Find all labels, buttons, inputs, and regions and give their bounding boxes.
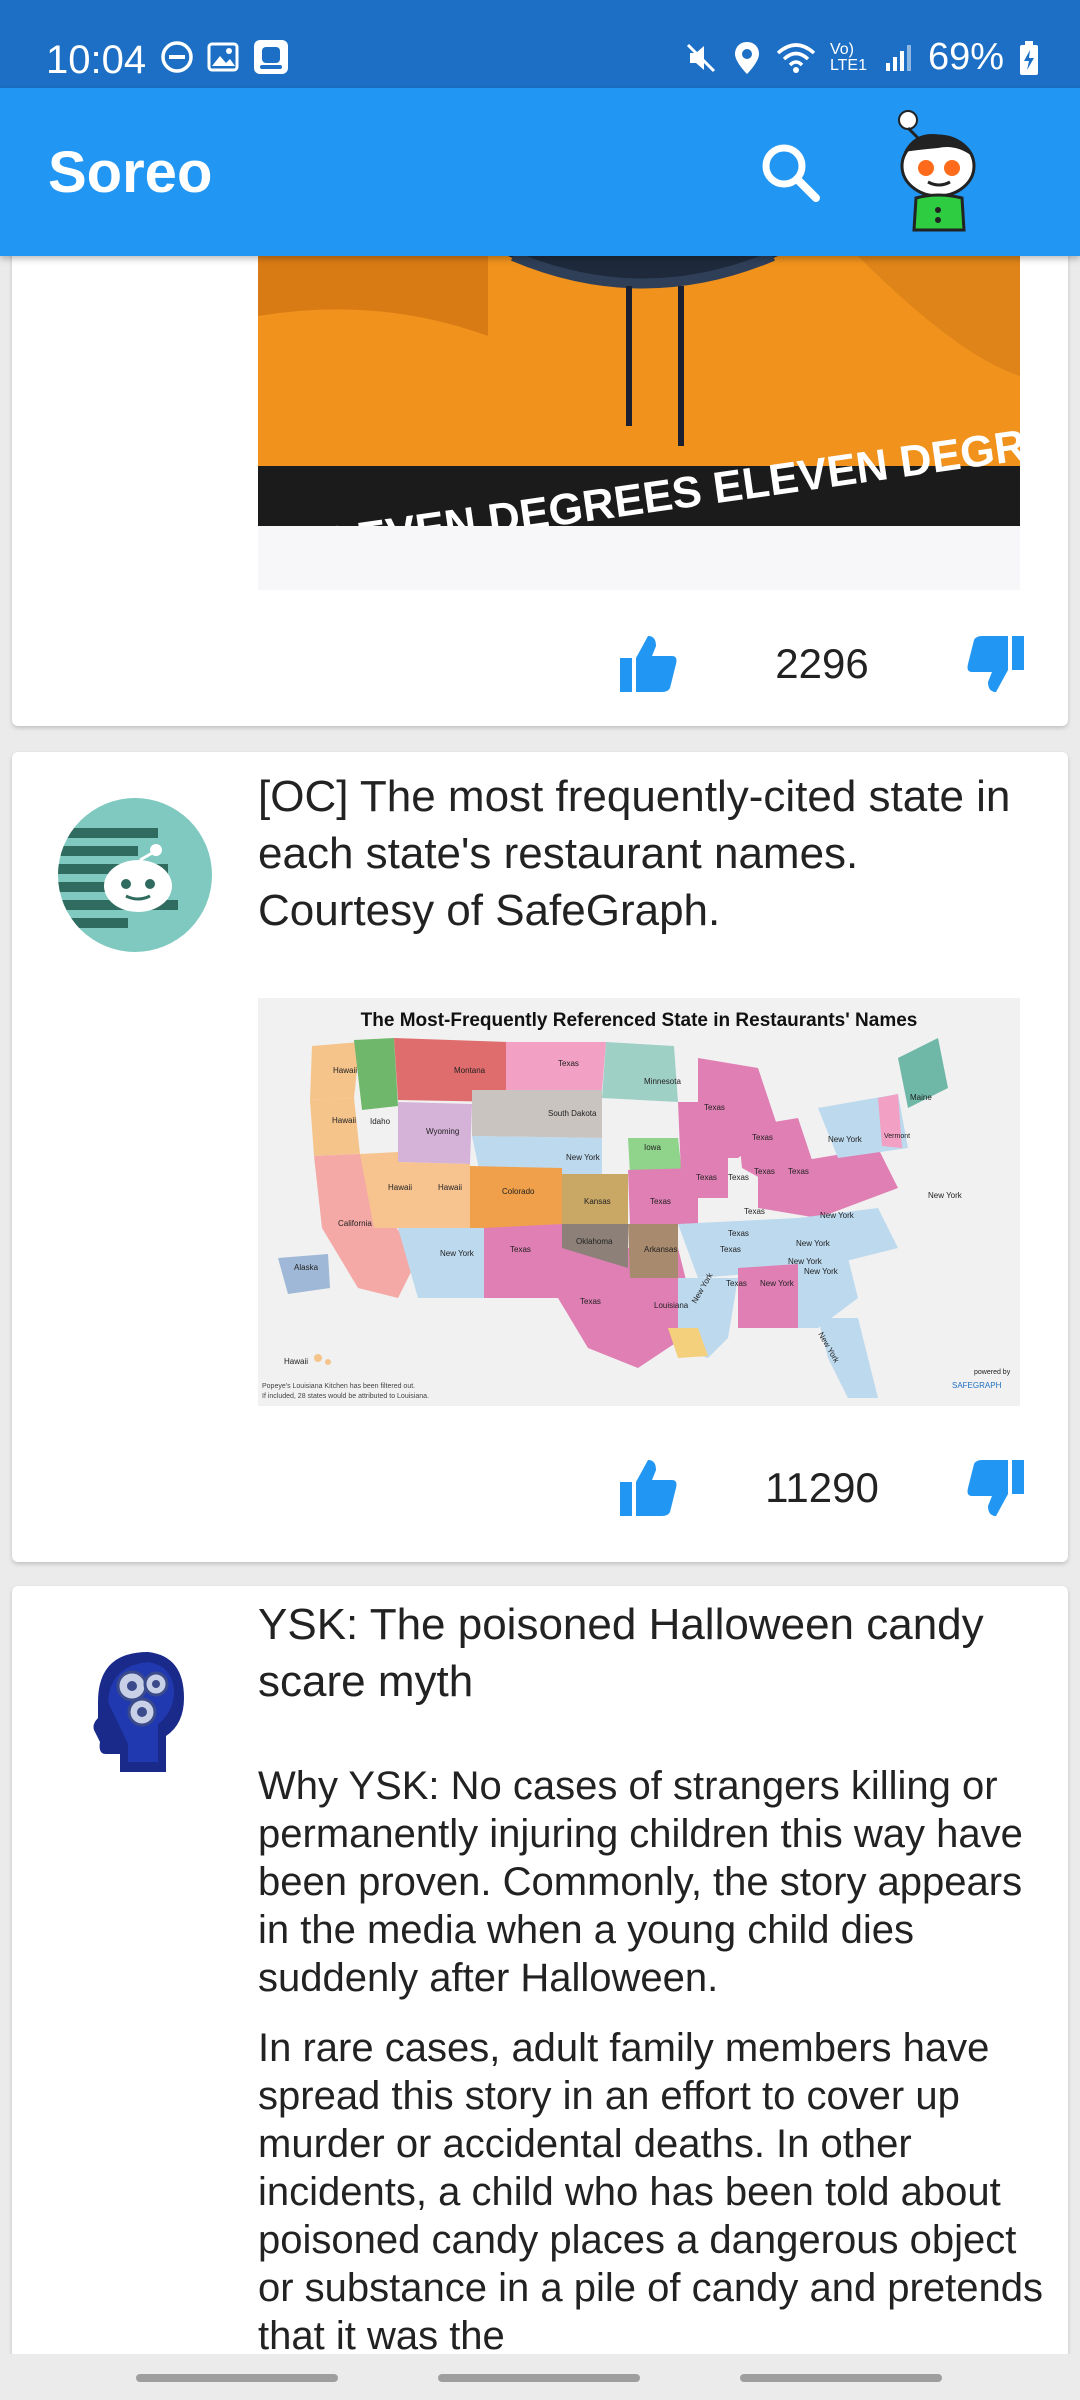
map-label: Hawaii (284, 1357, 308, 1366)
vote-bar: 11290 (612, 1448, 1032, 1528)
app-title: Soreo (48, 140, 213, 205)
map-label: Texas (704, 1103, 725, 1112)
post-image[interactable]: ELEVEN DEGREES ELEVEN DEGREES (258, 256, 1020, 590)
network-type: Vo) LTE1 (829, 40, 867, 74)
search-icon (762, 144, 820, 202)
system-nav-bar (0, 2354, 1080, 2400)
post-image[interactable]: The Most-Frequently Referenced State in … (258, 998, 1020, 1406)
wifi-icon (776, 42, 816, 73)
downvote-icon[interactable] (960, 628, 1032, 700)
map-brand: SAFEGRAPH (952, 1381, 1002, 1390)
map-label: South Dakota (548, 1109, 597, 1118)
status-bar: 10:04 Vo) LTE1 69% (0, 0, 1080, 88)
post-score: 2296 (775, 640, 869, 687)
post-thumbnail[interactable] (58, 1632, 212, 1786)
search-button[interactable] (758, 140, 824, 206)
battery-percent: 69% (927, 36, 1004, 78)
map-label: Louisiana (654, 1301, 689, 1310)
reddit-oc-thumbnail-icon (58, 798, 212, 952)
status-left-icons (160, 38, 290, 76)
do-not-disturb-icon (161, 41, 193, 73)
battery-charging-icon (1020, 40, 1038, 75)
gallery-icon (207, 42, 239, 72)
downvote-icon[interactable] (960, 1452, 1032, 1524)
map-label: Texas (650, 1197, 671, 1206)
map-label: Colorado (502, 1187, 535, 1196)
map-label: Hawaii (333, 1066, 357, 1075)
map-label: Texas (720, 1245, 741, 1254)
map-label: Texas (754, 1167, 775, 1176)
map-label: Texas (752, 1133, 773, 1142)
post-paragraph: In rare cases, adult family members have… (258, 2026, 1043, 2354)
post-card[interactable]: [OC] The most frequently-cited state in … (12, 752, 1068, 1562)
map-label: New York (788, 1257, 823, 1266)
recent-apps-button[interactable] (136, 2374, 338, 2382)
map-label: New York (928, 1191, 963, 1200)
app-bar: Soreo (0, 88, 1080, 256)
status-right-icons: Vo) LTE1 69% (684, 36, 1040, 79)
map-label: Wyoming (426, 1127, 459, 1136)
post-feed[interactable]: ELEVEN DEGREES ELEVEN DEGREES 2296 (0, 256, 1080, 2354)
map-label: New York (796, 1239, 831, 1248)
map-label: Texas (696, 1173, 717, 1182)
post-title[interactable]: [OC] The most frequently-cited state in … (258, 768, 1038, 939)
map-powered-by: powered by (974, 1369, 1011, 1376)
upvote-icon[interactable] (612, 1452, 684, 1524)
map-label: New York (828, 1135, 863, 1144)
map-label: Texas (788, 1167, 809, 1176)
map-label: Texas (580, 1297, 601, 1306)
vote-bar: 2296 (612, 624, 1032, 704)
mute-icon (686, 43, 715, 72)
back-button[interactable] (740, 2374, 942, 2382)
signal-icon (885, 44, 911, 71)
map-label: Hawaii (388, 1183, 412, 1192)
map-label: New York (566, 1153, 601, 1162)
post-paragraph: Why YSK: No cases of strangers killing o… (258, 1764, 1023, 2000)
hoodie-photo: ELEVEN DEGREES ELEVEN DEGREES (258, 256, 1020, 590)
map-footnote-1: Popeye's Louisiana Kitchen has been filt… (262, 1383, 415, 1390)
map-label: Idaho (370, 1117, 391, 1126)
map-label: Montana (454, 1066, 486, 1075)
brain-gears-thumbnail-icon (58, 1632, 212, 1786)
map-footnote-2: If included, 28 states would be attribut… (262, 1393, 429, 1400)
map-label: Minnesota (644, 1077, 681, 1086)
map-label: Texas (728, 1173, 749, 1182)
restaurant-names-map: The Most-Frequently Referenced State in … (258, 998, 1020, 1406)
status-time: 10:04 (46, 38, 147, 82)
map-label: New York (440, 1249, 475, 1258)
map-label: Texas (744, 1207, 765, 1216)
map-label: Vermont (884, 1133, 910, 1140)
map-label: California (338, 1219, 372, 1228)
map-label: Kansas (584, 1197, 611, 1206)
map-label: Texas (510, 1245, 531, 1254)
map-label: Maine (910, 1093, 932, 1102)
map-label: Hawaii (332, 1116, 356, 1125)
map-label: Alaska (294, 1263, 319, 1272)
map-label: Iowa (644, 1143, 661, 1152)
app-notification-icon (254, 40, 288, 74)
home-button[interactable] (438, 2374, 640, 2382)
upvote-icon[interactable] (612, 628, 684, 700)
post-card[interactable]: YSK: The poisoned Halloween candy scare … (12, 1586, 1068, 2354)
post-title[interactable]: YSK: The poisoned Halloween candy scare … (258, 1596, 1038, 1710)
map-title: The Most-Frequently Referenced State in … (361, 1010, 918, 1031)
map-label: Oklahoma (576, 1237, 613, 1246)
post-card[interactable]: ELEVEN DEGREES ELEVEN DEGREES 2296 (12, 256, 1068, 726)
post-score: 11290 (765, 1464, 879, 1511)
map-label: New York (820, 1211, 855, 1220)
map-label: Texas (558, 1059, 579, 1068)
post-body: Why YSK: No cases of strangers killing o… (258, 1762, 1048, 2354)
reddit-snoo-avatar-icon (898, 110, 976, 232)
user-avatar-button[interactable] (886, 108, 986, 236)
map-label: Texas (728, 1229, 749, 1238)
location-icon (734, 41, 759, 74)
map-label: Arkansas (644, 1245, 677, 1254)
map-label: Texas (726, 1279, 747, 1288)
map-label: New York (804, 1267, 839, 1276)
map-label: New York (760, 1279, 795, 1288)
map-label: Hawaii (438, 1183, 462, 1192)
post-thumbnail[interactable] (58, 798, 212, 952)
